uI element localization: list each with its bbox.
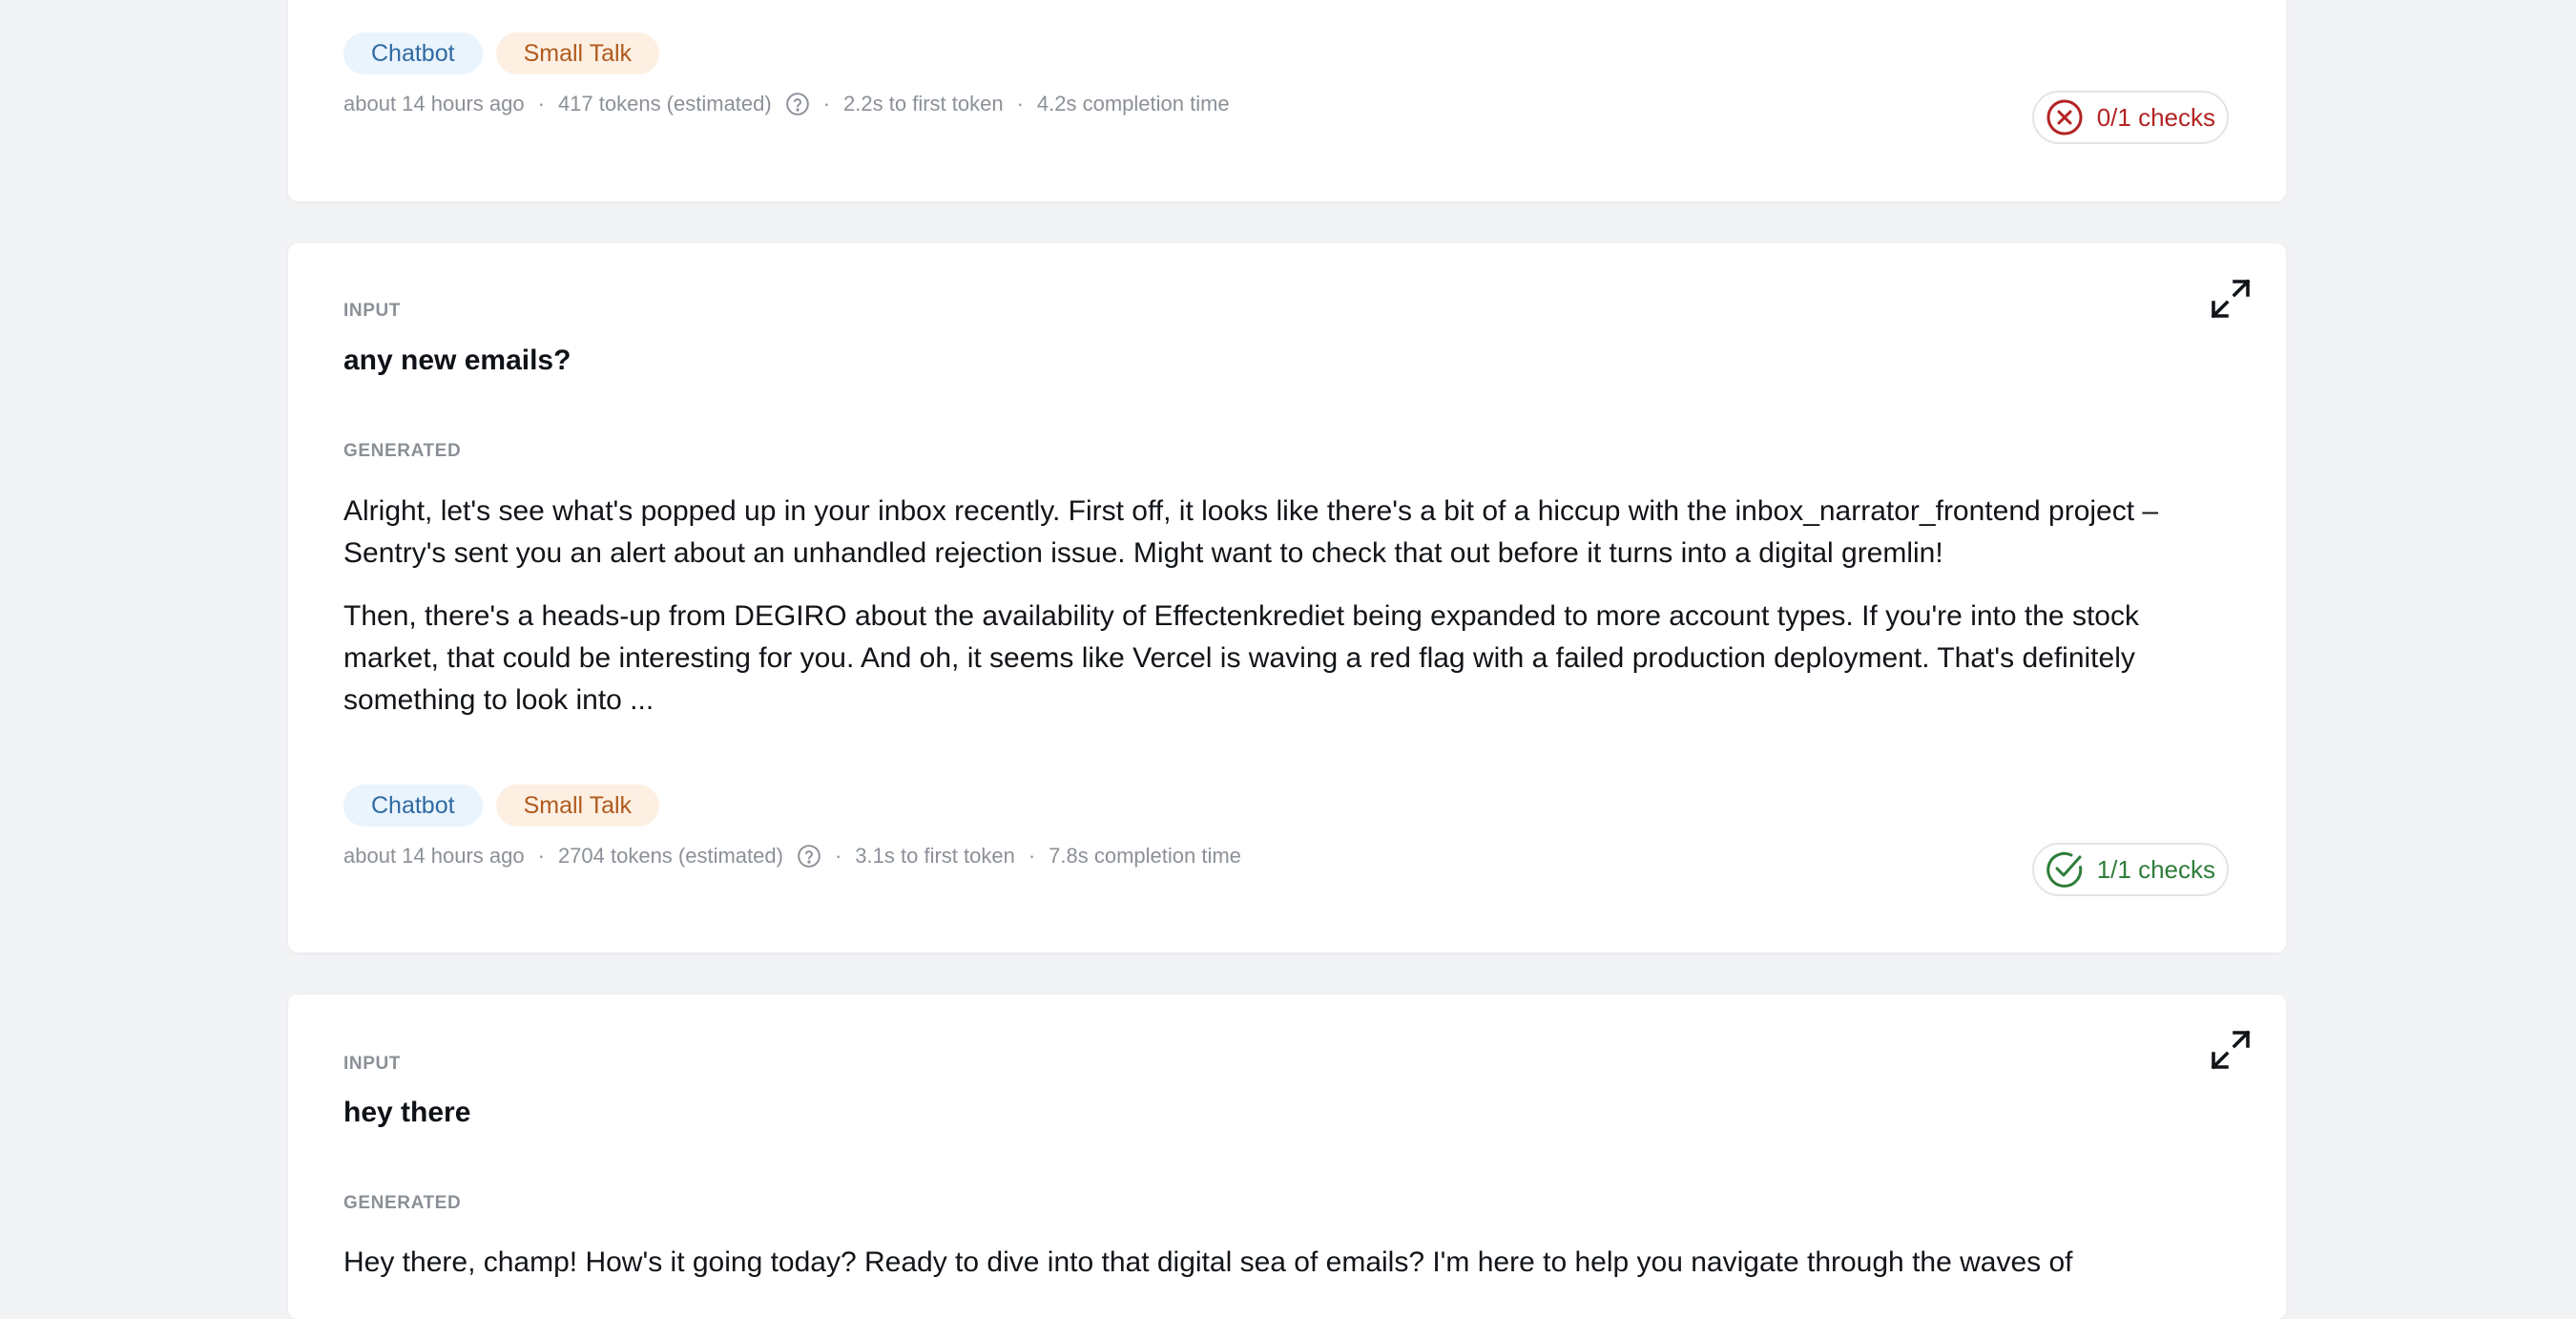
checks-badge[interactable]: 1/1 checks — [2031, 843, 2229, 896]
meta-row: about 14 hours ago · 417 tokens (estimat… — [343, 92, 1230, 116]
tag-list: Chatbot Small Talk — [343, 32, 660, 74]
tag-list: Chatbot Small Talk — [343, 785, 660, 827]
tag-chatbot[interactable]: Chatbot — [343, 785, 483, 827]
help-circle-icon[interactable] — [797, 844, 821, 869]
input-label: INPUT — [343, 1054, 401, 1074]
checks-label: 0/1 checks — [2096, 102, 2215, 132]
generated-label: GENERATED — [343, 441, 462, 461]
input-text: hey there — [343, 1097, 471, 1128]
completion-time: 4.2s completion time — [1036, 92, 1230, 115]
generated-text: Hey there, champ! How's it going today? … — [343, 1242, 2237, 1305]
generated-paragraph: Alright, let's see what's popped up in y… — [343, 495, 2159, 569]
separator: · — [1028, 844, 1036, 868]
separator: · — [537, 844, 545, 868]
meta-row: about 14 hours ago · 2704 tokens (estima… — [343, 844, 1241, 869]
generated-label: GENERATED — [343, 1193, 462, 1213]
result-card: INPUT any new emails? GENERATED Alright,… — [288, 243, 2286, 953]
timestamp: about 14 hours ago — [343, 92, 525, 115]
input-text: any new emails? — [343, 345, 571, 376]
tag-small-talk[interactable]: Small Talk — [495, 32, 660, 74]
tag-chatbot[interactable]: Chatbot — [343, 32, 483, 74]
first-token-time: 2.2s to first token — [843, 92, 1004, 115]
separator: · — [822, 92, 831, 115]
check-circle-icon — [2046, 850, 2084, 889]
completion-time: 7.8s completion time — [1049, 844, 1241, 868]
x-circle-icon — [2046, 98, 2084, 136]
expand-button[interactable] — [2210, 1029, 2252, 1071]
checks-badge[interactable]: 0/1 checks — [2031, 91, 2229, 144]
expand-icon — [2211, 1030, 2251, 1070]
timestamp: about 14 hours ago — [343, 844, 525, 868]
separator: · — [537, 92, 545, 115]
separator: · — [1016, 92, 1024, 115]
input-label: INPUT — [343, 301, 401, 321]
result-card: INPUT hey there GENERATED Hey there, cha… — [288, 994, 2286, 1319]
generated-paragraph: Hey there, champ! How's it going today? … — [343, 1246, 2073, 1278]
token-count: 2704 tokens (estimated) — [557, 844, 783, 868]
token-count: 417 tokens (estimated) — [557, 92, 772, 115]
tag-small-talk[interactable]: Small Talk — [495, 785, 660, 827]
separator: · — [834, 844, 842, 868]
help-circle-icon[interactable] — [785, 92, 810, 116]
expand-button[interactable] — [2210, 278, 2252, 320]
generated-paragraph: Then, there's a heads-up from DEGIRO abo… — [343, 600, 2139, 716]
checks-label: 1/1 checks — [2096, 854, 2215, 884]
first-token-time: 3.1s to first token — [855, 844, 1015, 868]
generated-text: Alright, let's see what's popped up in y… — [343, 491, 2237, 743]
expand-icon — [2211, 279, 2251, 319]
result-card: Chatbot Small Talk about 14 hours ago · … — [288, 0, 2286, 201]
